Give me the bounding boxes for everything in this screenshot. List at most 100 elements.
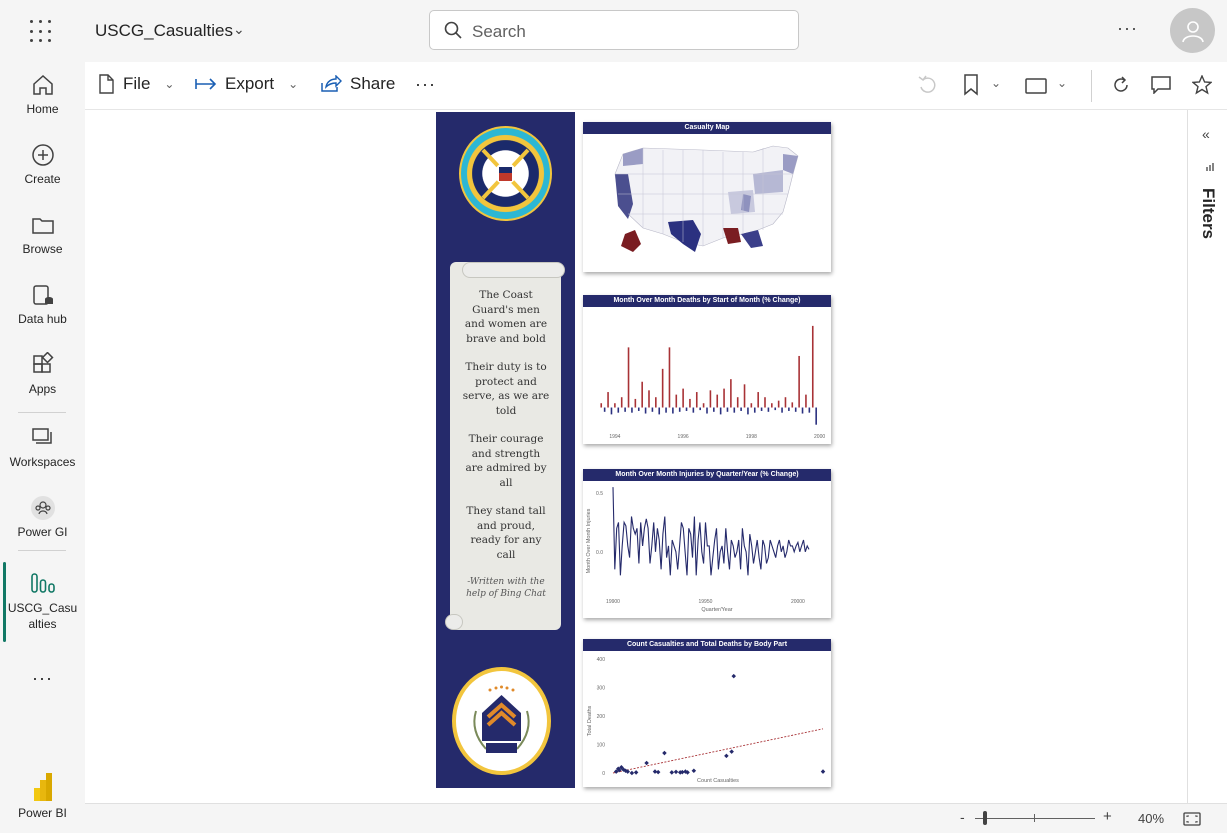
export-menu-button[interactable]: Export ⌄	[195, 74, 298, 94]
bookmark-button[interactable]	[963, 74, 979, 101]
x-tick-label: 20000	[791, 599, 805, 605]
person-icon	[1181, 20, 1204, 42]
bar	[627, 347, 630, 408]
viz-for-vets-logo-image	[452, 667, 551, 775]
bar	[767, 407, 770, 412]
nav-apps[interactable]: Apps	[0, 352, 85, 396]
app-launcher-icon[interactable]	[30, 20, 54, 44]
view-icon	[1025, 78, 1047, 94]
nav-home[interactable]: Home	[0, 72, 85, 116]
zoom-in-button[interactable]: +	[1103, 808, 1112, 825]
zoom-out-button[interactable]: -	[960, 809, 965, 825]
comment-button[interactable]	[1151, 76, 1171, 99]
bar	[675, 394, 678, 408]
x-axis-label: Count Casualties	[697, 778, 739, 784]
view-button[interactable]	[1025, 78, 1047, 99]
refresh-button[interactable]	[1112, 76, 1130, 99]
bar	[726, 407, 729, 412]
nav-browse[interactable]: Browse	[0, 212, 85, 256]
x-tick-label: 2000	[814, 434, 825, 440]
collapse-chevron-icon[interactable]: «	[1202, 126, 1210, 142]
deaths-bar-chart-card[interactable]: Month Over Month Deaths by Start of Mont…	[583, 295, 831, 444]
filters-pane[interactable]: « Filters	[1187, 110, 1227, 803]
undo-arrow-icon	[918, 75, 936, 93]
data-point	[629, 770, 635, 776]
bar	[740, 407, 742, 411]
scroll-bottom-roll	[445, 614, 463, 630]
x-axis-label: Quarter/Year	[701, 607, 732, 613]
bar	[808, 407, 811, 413]
us-choropleth-map[interactable]	[583, 134, 831, 272]
workspace-title[interactable]: USCG_Casualties	[95, 21, 233, 41]
nav-workspaces[interactable]: Workspaces	[0, 425, 85, 469]
powerbi-logo-icon	[33, 773, 52, 801]
y-axis-label: Total Deaths	[587, 705, 593, 736]
nav-powergi[interactable]: Power GI	[0, 495, 85, 539]
bar	[730, 379, 732, 408]
chevron-down-icon[interactable]: ⌄	[233, 21, 245, 38]
poem-credit: -Written with the help of Bing Chat	[466, 577, 546, 599]
chevron-down-icon[interactable]: ⌄	[991, 76, 1001, 90]
injuries-line-chart[interactable]: 0.5 0.0 19900 19950 20000 Quarter/Year Month O…	[583, 481, 831, 618]
body-part-scatter-card[interactable]: Count Casualties and Total Deaths by Bod…	[583, 639, 831, 787]
bar	[706, 407, 708, 414]
left-nav: Home Create Browse Data hub Apps Workspa…	[0, 62, 85, 833]
bar	[764, 397, 766, 408]
poem-stanza-2: Their duty is to protect and serve, as w…	[462, 361, 550, 417]
injuries-line-chart-card[interactable]: Month Over Month Injuries by Quarter/Yea…	[583, 469, 831, 618]
search-input[interactable]: Search	[429, 10, 799, 50]
comment-icon	[1151, 76, 1171, 95]
file-menu-button[interactable]: File ⌄	[97, 74, 174, 94]
bar	[603, 407, 606, 412]
nav-report-usc[interactable]: USCG_Casualties	[0, 570, 85, 632]
scroll-top-roll	[462, 262, 565, 278]
share-icon	[321, 75, 342, 92]
bar	[624, 407, 626, 412]
folder-icon	[31, 218, 54, 234]
data-point	[731, 673, 737, 679]
file-label: File	[123, 74, 151, 93]
bar	[713, 407, 715, 412]
chevron-down-icon[interactable]: ⌄	[1057, 76, 1067, 90]
nav-home-label: Home	[26, 102, 59, 116]
report-icon	[30, 573, 55, 593]
nav-datahub[interactable]: Data hub	[0, 282, 85, 326]
nav-more-icon[interactable]: ···	[0, 668, 85, 689]
y-tick-label: 0	[602, 771, 605, 777]
x-tick-label: 1998	[746, 434, 757, 440]
deaths-bar-chart[interactable]: 1994 1996 1998 2000	[583, 307, 831, 444]
body-part-scatter-chart[interactable]: 0 100 200 300 400 Count Casualties Total Death…	[583, 651, 831, 787]
star-icon	[1191, 74, 1213, 95]
nav-create[interactable]: Create	[0, 142, 85, 186]
injuries-chart-title: Month Over Month Injuries by Quarter/Yea…	[583, 469, 831, 481]
bar	[798, 355, 800, 408]
bar	[685, 407, 688, 411]
zoom-slider-track[interactable]	[975, 818, 1095, 819]
filters-label[interactable]: Filters	[1198, 188, 1218, 239]
data-point	[724, 753, 729, 759]
poem-text: The Coast Guard's men and women are brav…	[462, 288, 550, 600]
bar	[661, 368, 664, 408]
more-options-icon[interactable]: ···	[1117, 18, 1138, 39]
bar	[805, 394, 807, 408]
y-tick-label: 200	[597, 714, 606, 720]
nav-powerbi[interactable]: Power BI	[0, 772, 85, 820]
refresh-icon	[1114, 76, 1128, 92]
reset-icon[interactable]	[918, 74, 936, 99]
x-tick-label: 1994	[609, 434, 620, 440]
ribbon-more-icon[interactable]: ···	[415, 74, 436, 95]
avatar[interactable]	[1170, 8, 1215, 53]
share-button[interactable]: Share	[320, 74, 395, 94]
zoom-slider-thumb[interactable]	[983, 811, 988, 825]
bar	[699, 407, 701, 411]
bar	[648, 390, 650, 408]
favorite-button[interactable]	[1191, 74, 1213, 100]
casualty-map-card[interactable]: Casualty Map	[583, 122, 831, 272]
filter-bars-icon	[1206, 163, 1214, 171]
bar	[757, 392, 759, 408]
y-tick-label: 0.5	[596, 491, 603, 497]
x-tick-label: 1996	[678, 434, 689, 440]
fit-to-page-icon[interactable]	[1183, 812, 1201, 826]
bar	[614, 403, 616, 408]
bar	[788, 407, 790, 411]
